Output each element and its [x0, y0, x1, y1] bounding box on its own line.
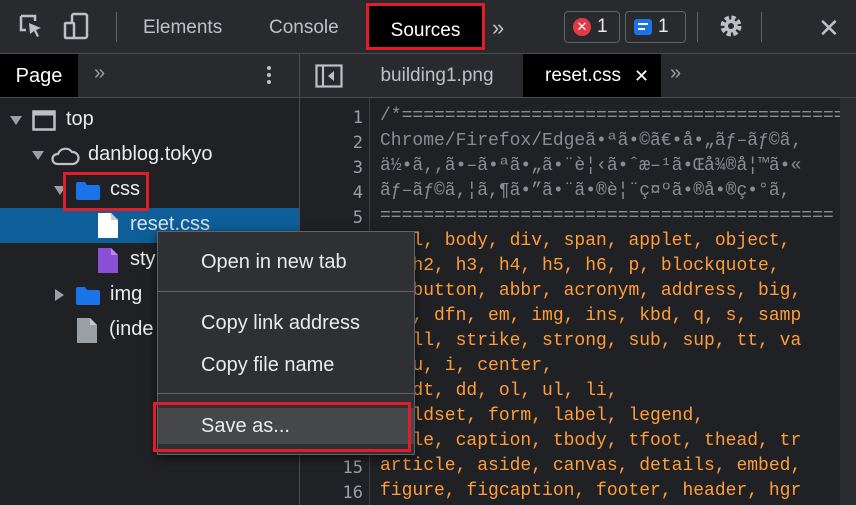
- code-line: le, caption, tbody, tfoot, thead, tr: [380, 431, 802, 451]
- line-number: 5: [352, 208, 363, 228]
- code-line: dt, dd, ol, ul, li,: [380, 381, 618, 401]
- code-line: ldset, form, label, legend,: [380, 406, 705, 426]
- gear-icon[interactable]: [716, 11, 746, 41]
- tree-item-label: img: [110, 283, 143, 305]
- save-as-highlight: [153, 402, 411, 452]
- tree-item-label: danblog.tokyo: [88, 143, 213, 165]
- more-editor-tabs-chevron-icon[interactable]: »: [670, 62, 681, 85]
- tab-page[interactable]: Page: [0, 54, 78, 97]
- editor-scrollbar[interactable]: [840, 98, 856, 505]
- code-line: Chrome/Firefox/Edgeã•ªã•©ã€•å•„ãƒ–ãƒ©ã‚: [380, 131, 802, 151]
- line-number: 1: [352, 108, 363, 128]
- cloud-icon: [51, 147, 80, 166]
- message-icon: [634, 19, 652, 35]
- collapse-arrow-icon[interactable]: [55, 289, 64, 301]
- error-icon: ✕: [573, 18, 591, 36]
- devtools-toolbar: Elements Console Sources » ✕ 1 1 ✕: [0, 0, 856, 54]
- navigator-header: Page »: [0, 54, 299, 98]
- tree-item-label: top: [66, 108, 94, 130]
- tab-reset-css[interactable]: reset.css ✕: [523, 54, 661, 97]
- tree-item-top[interactable]: top: [0, 103, 299, 138]
- tree-item-label: (inde: [109, 318, 154, 340]
- code-line: figure, figcaption, footer, header, hgr: [380, 481, 802, 501]
- error-count-badge[interactable]: ✕ 1: [564, 11, 620, 43]
- tab-label: reset.css: [545, 65, 622, 86]
- code-line: ll, strike, strong, sub, sup, tt, va: [380, 331, 802, 351]
- more-panes-chevron-icon[interactable]: »: [94, 62, 105, 85]
- line-number: 15: [342, 458, 363, 478]
- css-folder-highlight: [63, 172, 149, 211]
- code-line: , dfn, em, img, ins, kbd, q, s, samp: [380, 306, 802, 326]
- code-line: ========================================…: [380, 206, 834, 226]
- menu-item-label: Copy link address: [201, 312, 360, 334]
- menu-item-open-in-new-tab[interactable]: Open in new tab: [158, 244, 414, 280]
- line-number: 2: [352, 133, 363, 153]
- expand-arrow-icon[interactable]: [32, 151, 44, 160]
- code-line: /*======================================…: [380, 106, 856, 126]
- code-line: h2, h3, h4, h5, h6, p, blockquote,: [380, 256, 780, 276]
- toolbar-separator: [116, 12, 117, 42]
- tree-item-label: sty: [130, 248, 156, 270]
- tree-item-css-folder[interactable]: css: [0, 173, 299, 208]
- editor-tabs-bar: building1.png reset.css ✕ »: [300, 54, 856, 98]
- kebab-menu-icon[interactable]: [266, 66, 272, 88]
- message-count: 1: [658, 16, 669, 37]
- toolbar-separator: [761, 12, 762, 42]
- code-line: ãƒ–ãƒ©ã,¦ã,¶ã•”ã•¨ã•®è¦¨ç¤ºã•®å•®ç•°ã,: [380, 181, 791, 201]
- tab-building1-png[interactable]: building1.png: [352, 54, 522, 97]
- toolbar-separator: [697, 12, 698, 42]
- expand-arrow-icon[interactable]: [10, 116, 22, 125]
- more-tabs-chevron-icon[interactable]: »: [492, 0, 504, 54]
- device-toolbar-icon[interactable]: [62, 11, 92, 41]
- tab-elements[interactable]: Elements: [143, 0, 222, 54]
- error-count: 1: [597, 16, 608, 37]
- file-icon: [77, 318, 97, 343]
- code-line: button, abbr, acronym, address, big,: [380, 281, 802, 301]
- tree-item-domain[interactable]: danblog.tokyo: [0, 138, 299, 173]
- close-icon[interactable]: ✕: [818, 0, 840, 54]
- code-line: ä½•ã,,ã•–ã•ªã•„ã•¨è¦‹ã•ˆæ–¹ã•Œå¾®å¦™ã•«: [380, 156, 802, 176]
- stylesheet-file-icon: [98, 248, 118, 273]
- message-count-badge[interactable]: 1: [625, 11, 686, 43]
- menu-item-label: Copy file name: [201, 354, 335, 376]
- tab-console[interactable]: Console: [269, 0, 339, 54]
- line-number: 4: [352, 183, 363, 203]
- tab-sources[interactable]: Sources: [366, 3, 485, 50]
- line-number: 3: [352, 158, 363, 178]
- menu-item-copy-link-address[interactable]: Copy link address: [158, 305, 414, 341]
- menu-item-copy-file-name[interactable]: Copy file name: [158, 347, 414, 383]
- frame-icon: [32, 110, 56, 131]
- toggle-navigator-icon[interactable]: [315, 64, 343, 88]
- code-line: article, aside, canvas, details, embed,: [380, 456, 802, 476]
- file-icon: [98, 213, 118, 238]
- menu-separator: [158, 393, 414, 394]
- close-tab-icon[interactable]: ✕: [634, 54, 649, 98]
- inspect-element-icon[interactable]: [16, 11, 46, 41]
- line-number: 16: [342, 483, 363, 503]
- folder-icon: [76, 287, 100, 305]
- code-line: l, body, div, span, applet, object,: [380, 231, 791, 251]
- menu-separator: [158, 291, 414, 292]
- menu-item-label: Open in new tab: [201, 251, 347, 273]
